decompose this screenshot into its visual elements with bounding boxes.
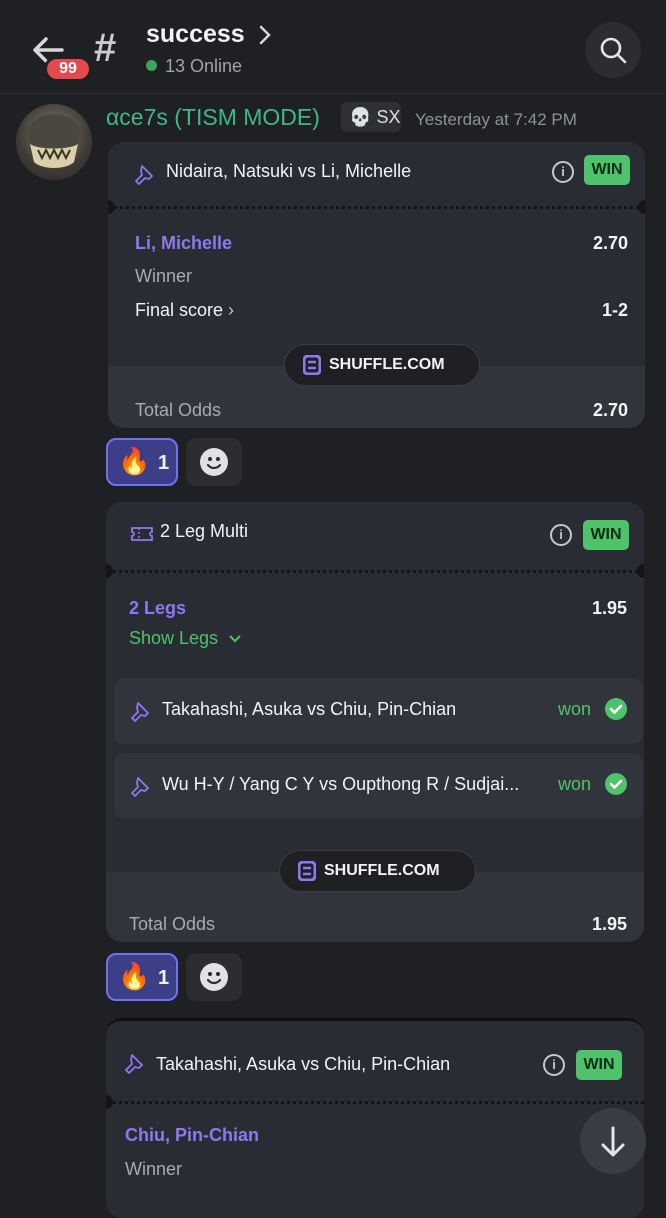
info-icon[interactable]: i xyxy=(543,1054,565,1076)
win-badge: WIN xyxy=(576,1050,622,1080)
unread-badge: 99 xyxy=(44,56,92,82)
fire-emoji: 🔥 xyxy=(118,961,151,991)
bet-title: 2 Leg Multi xyxy=(160,521,249,541)
ticket-divider xyxy=(108,206,645,209)
final-score-value: 1-2 xyxy=(601,300,628,320)
bet-title: Nidaira, Natsuki vs Li, Michelle xyxy=(166,161,412,181)
user-tag[interactable]: 💀 SX xyxy=(341,102,401,132)
chevron-right-icon[interactable] xyxy=(258,24,272,51)
ping-pong-paddle-icon xyxy=(128,774,152,803)
channel-name[interactable]: success xyxy=(146,20,245,49)
selection-odds: 2.70 xyxy=(592,233,628,253)
jump-to-bottom-button[interactable] xyxy=(580,1108,646,1174)
win-badge: WIN xyxy=(584,155,630,185)
leg-result: won xyxy=(558,699,592,719)
ticket-notch xyxy=(637,564,644,578)
chevron-right-icon: › xyxy=(228,300,235,320)
ticket-icon xyxy=(130,522,154,551)
bet-card-header: Takahashi, Asuka vs Chiu, Pin-Chian i WI… xyxy=(106,1021,644,1101)
reaction-count: 1 xyxy=(158,967,170,989)
leg-row[interactable]: Wu H-Y / Yang C Y vs Oupthong R / Sudjai… xyxy=(114,753,643,819)
show-legs-toggle[interactable]: Show Legs xyxy=(129,628,242,649)
info-icon[interactable]: i xyxy=(550,524,572,546)
skull-icon: 💀 xyxy=(349,107,372,127)
bet-card-header: Nidaira, Natsuki vs Li, Michelle i WIN xyxy=(108,142,645,206)
total-odds-value: 1.95 xyxy=(591,914,627,934)
reaction-count: 1 xyxy=(158,452,170,474)
selection-name: Chiu, Pin-Chian xyxy=(125,1125,259,1145)
username[interactable]: αce7s (TISM MODE) xyxy=(106,104,320,131)
online-dot-icon xyxy=(146,60,157,71)
smiley-icon xyxy=(200,963,228,991)
reaction-fire[interactable]: 🔥 1 xyxy=(106,953,178,1001)
check-circle-icon xyxy=(605,698,627,720)
chevron-down-icon xyxy=(229,635,241,643)
reaction-fire[interactable]: 🔥 1 xyxy=(106,438,178,486)
market-label: Winner xyxy=(125,1159,183,1179)
shuffle-brand-pill[interactable]: SHUFFLE.COM xyxy=(279,850,476,892)
leg-title: Takahashi, Asuka vs Chiu, Pin-Chian xyxy=(162,699,457,719)
total-odds-label: Total Odds xyxy=(135,400,222,420)
bet-card-header: 2 Leg Multi i WIN xyxy=(106,502,644,566)
add-reaction-button[interactable] xyxy=(186,953,242,1001)
search-button[interactable] xyxy=(585,22,641,78)
check-circle-icon xyxy=(605,773,627,795)
user-avatar[interactable] xyxy=(16,104,92,180)
shuffle-logo-icon xyxy=(303,355,321,375)
info-icon[interactable]: i xyxy=(552,161,574,183)
fire-emoji: 🔥 xyxy=(118,446,151,476)
ping-pong-paddle-icon xyxy=(132,162,156,191)
ping-pong-paddle-icon xyxy=(122,1051,146,1080)
bet-title: Takahashi, Asuka vs Chiu, Pin-Chian xyxy=(156,1054,451,1074)
ticket-divider xyxy=(106,570,644,573)
total-odds-value: 2.70 xyxy=(592,400,628,420)
legs-count: 2 Legs xyxy=(129,598,187,618)
hash-icon: # xyxy=(94,26,117,70)
bet-card-2[interactable]: 2 Leg Multi i WIN 2 Legs 1.95 Show Legs … xyxy=(106,502,644,942)
add-reaction-button[interactable] xyxy=(186,438,242,486)
search-icon xyxy=(600,37,627,64)
selection-name: Li, Michelle xyxy=(135,233,233,253)
win-badge: WIN xyxy=(583,520,629,550)
leg-title: Wu H-Y / Yang C Y vs Oupthong R / Sudjai… xyxy=(162,774,520,794)
final-score-link[interactable]: Final score › xyxy=(135,300,234,321)
ticket-notch xyxy=(638,200,645,214)
arrow-down-icon xyxy=(601,1126,625,1157)
bet-card-1[interactable]: Nidaira, Natsuki vs Li, Michelle i WIN L… xyxy=(108,142,645,428)
leg-row[interactable]: Takahashi, Asuka vs Chiu, Pin-Chian won xyxy=(114,678,643,744)
ping-pong-paddle-icon xyxy=(128,699,152,728)
message-timestamp: Yesterday at 7:42 PM xyxy=(415,110,577,129)
smiley-icon xyxy=(200,448,228,476)
multi-odds: 1.95 xyxy=(591,598,627,618)
channel-header: 99 # success 13 Online xyxy=(0,0,666,94)
ticket-divider xyxy=(106,1101,644,1104)
ticket-notch xyxy=(106,564,113,578)
online-count: 13 Online xyxy=(146,56,242,77)
leg-result: won xyxy=(558,774,592,794)
shuffle-brand-pill[interactable]: SHUFFLE.COM xyxy=(284,344,480,386)
bet-card-3[interactable]: Takahashi, Asuka vs Chiu, Pin-Chian i WI… xyxy=(106,1018,644,1218)
market-label: Winner xyxy=(135,266,193,286)
total-odds-label: Total Odds xyxy=(129,914,216,934)
shuffle-logo-icon xyxy=(298,861,316,881)
